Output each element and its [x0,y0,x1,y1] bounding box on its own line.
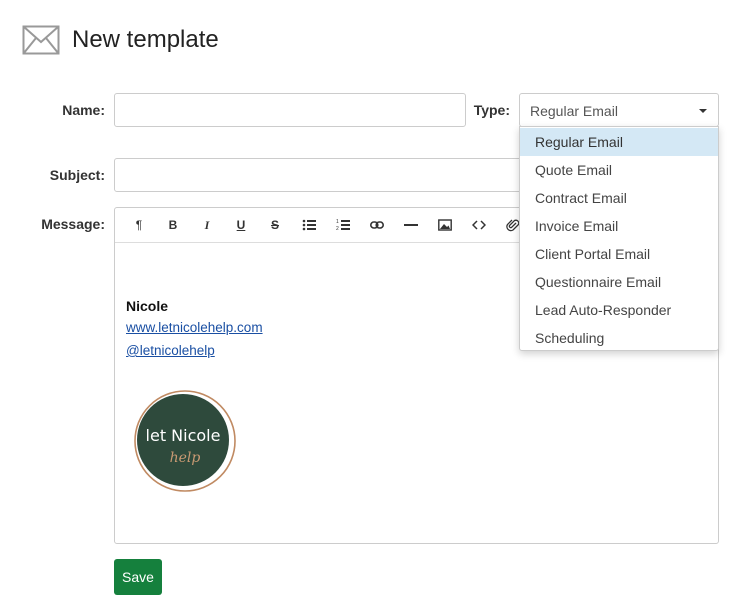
type-selected-value: Regular Email [530,103,618,119]
code-icon[interactable] [462,211,496,239]
logo-text-help: help [170,450,201,466]
dropdown-option[interactable]: Regular Email [520,128,718,156]
bold-icon[interactable]: B [156,211,190,239]
svg-text:2: 2 [336,226,339,232]
save-button[interactable]: Save [114,559,162,595]
link-icon[interactable] [360,211,394,239]
bullet-list-icon[interactable] [292,211,326,239]
handle-link[interactable]: @letnicolehelp [126,343,215,358]
horizontal-rule-icon[interactable] [394,211,428,239]
svg-text:1: 1 [336,219,339,225]
caret-down-icon [699,109,707,113]
image-icon[interactable] [428,211,462,239]
page-header: New template [22,22,219,58]
subject-label: Subject: [49,167,105,183]
dropdown-option[interactable]: Contract Email [520,184,718,212]
paragraph-icon[interactable]: ¶ [122,211,156,239]
logo-text-main: let Nicole [146,426,221,445]
name-input[interactable] [114,93,466,127]
logo-image: let Nicole help [131,390,239,492]
signature-name: Nicole [126,298,169,314]
message-label: Message: [41,216,105,232]
envelope-icon [22,25,60,55]
dropdown-option[interactable]: Questionnaire Email [520,268,718,296]
website-link[interactable]: www.letnicolehelp.com [126,320,263,335]
type-dropdown-menu: Regular Email Quote Email Contract Email In… [519,126,719,351]
numbered-list-icon[interactable]: 12 [326,211,360,239]
page-title: New template [72,26,219,53]
dropdown-option[interactable]: Lead Auto-Responder [520,296,718,324]
dropdown-option[interactable]: Client Portal Email [520,240,718,268]
type-select[interactable]: Regular Email [519,93,719,127]
dropdown-option[interactable]: Invoice Email [520,212,718,240]
strikethrough-icon[interactable]: S [258,211,292,239]
type-label: Type: [473,102,510,118]
dropdown-option[interactable]: Quote Email [520,156,718,184]
dropdown-option[interactable]: Scheduling [520,324,718,352]
name-label: Name: [62,102,105,118]
italic-icon[interactable]: I [190,211,224,239]
underline-icon[interactable]: U [224,211,258,239]
